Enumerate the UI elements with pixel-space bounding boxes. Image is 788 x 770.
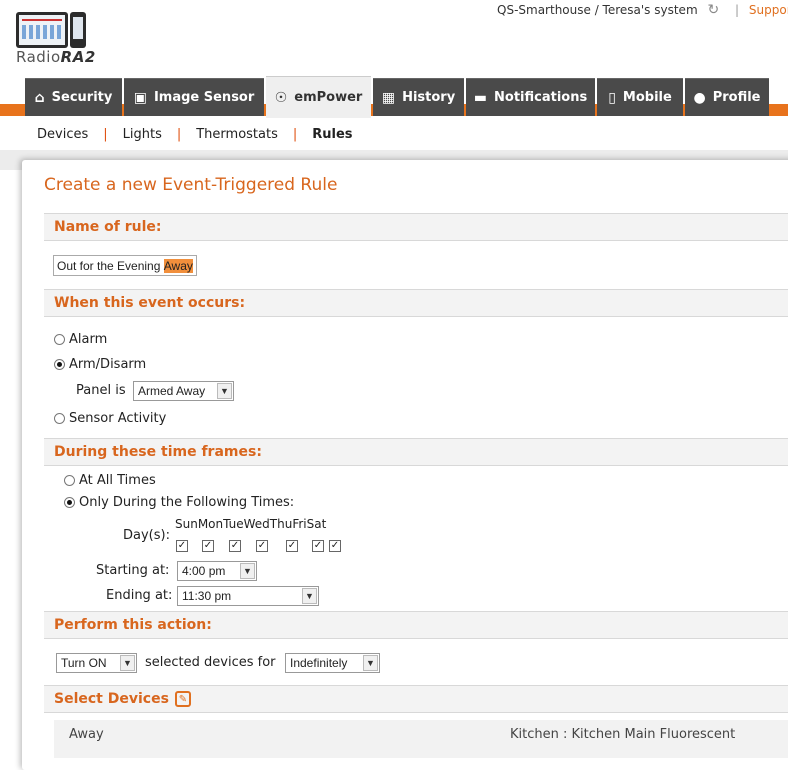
- days-label: Day(s):: [123, 528, 170, 543]
- camera-icon: ▣: [133, 89, 147, 106]
- checkbox-sat[interactable]: ✓: [329, 540, 341, 552]
- action-connector-text: selected devices for: [145, 655, 276, 670]
- support-link[interactable]: Support C: [749, 3, 788, 17]
- edit-icon[interactable]: ✎: [174, 691, 191, 707]
- chevron-down-icon: ▼: [302, 588, 317, 604]
- radio-label: Sensor Activity: [69, 411, 167, 426]
- radio-button[interactable]: [54, 413, 65, 424]
- main-nav: ⌂ Security ▣ Image Sensor ☉ emPower ▦ Histor…: [0, 76, 788, 118]
- subnav-rules[interactable]: Rules: [312, 127, 352, 142]
- radio-label: Arm/Disarm: [69, 357, 147, 372]
- duration-value: Indefinitely: [290, 656, 348, 670]
- chevron-down-icon: ▼: [217, 383, 232, 399]
- checkbox-fri[interactable]: ✓: [312, 540, 324, 552]
- action-value: Turn ON: [61, 656, 107, 670]
- separator: |: [735, 3, 740, 17]
- page-title: Create a new Event-Triggered Rule: [44, 175, 338, 195]
- start-time-value: 4:00 pm: [182, 564, 226, 578]
- subnav-lights[interactable]: Lights: [123, 127, 162, 142]
- rule-name-text: Out for the Evening: [57, 258, 164, 273]
- tab-profile[interactable]: ● Profile: [685, 78, 769, 116]
- sub-nav: Devices | Lights | Thermostats | Rules: [37, 127, 353, 142]
- checkbox-tue[interactable]: ✓: [229, 540, 241, 552]
- refresh-icon[interactable]: ↻: [707, 2, 719, 18]
- account-bar: QS-Smarthouse / Teresa's system ↻ | Supp…: [497, 2, 788, 18]
- tab-notifications[interactable]: ▬ Notifications: [466, 78, 595, 116]
- radio-arm-disarm[interactable]: Arm/Disarm: [54, 357, 146, 372]
- radio-button[interactable]: [54, 359, 65, 370]
- start-time-select[interactable]: 4:00 pm ▼: [177, 561, 257, 581]
- duration-select[interactable]: Indefinitely ▼: [285, 653, 380, 673]
- phone-graphic: [70, 12, 86, 48]
- radio-button[interactable]: [64, 475, 75, 486]
- checkbox-thu[interactable]: ✓: [286, 540, 298, 552]
- devices-row: Away Kitchen : Kitchen Main Fluorescent: [54, 720, 788, 758]
- lightbulb-icon: ☉: [274, 89, 288, 106]
- subnav-devices[interactable]: Devices: [37, 127, 88, 142]
- radiora2-logo: RadioRA2: [16, 12, 95, 66]
- tablet-graphic: [16, 12, 68, 48]
- radio-all-times[interactable]: At All Times: [64, 473, 156, 488]
- separator: |: [103, 127, 108, 142]
- action-select[interactable]: Turn ON ▼: [56, 653, 137, 673]
- user-icon: ●: [693, 89, 706, 106]
- device-scene-name: Away: [69, 727, 104, 742]
- end-time-label: Ending at:: [106, 588, 173, 603]
- tab-image-sensor[interactable]: ▣ Image Sensor: [124, 78, 264, 116]
- checkbox-mon[interactable]: ✓: [202, 540, 214, 552]
- logo-text: RadioRA2: [16, 48, 96, 66]
- section-heading-event: When this event occurs:: [44, 289, 788, 317]
- speech-bubble-icon: ▬: [473, 89, 488, 106]
- separator: |: [176, 127, 182, 142]
- rule-name-input[interactable]: Out for the Evening Away: [53, 255, 197, 276]
- phone-icon: ▯: [608, 89, 616, 106]
- tab-security[interactable]: ⌂ Security: [25, 78, 122, 116]
- section-heading-action: Perform this action:: [44, 611, 788, 639]
- radio-button[interactable]: [64, 497, 75, 508]
- checkbox-wed[interactable]: ✓: [256, 540, 268, 552]
- radio-following-times[interactable]: Only During the Following Times:: [64, 495, 294, 510]
- radio-label: At All Times: [79, 473, 156, 488]
- radio-label: Alarm: [69, 332, 108, 347]
- end-time-select[interactable]: 11:30 pm ▼: [177, 586, 319, 606]
- rule-name-selection: Away: [163, 258, 193, 273]
- radio-alarm[interactable]: Alarm: [54, 332, 107, 347]
- section-heading-name: Name of rule:: [44, 213, 788, 241]
- chevron-down-icon: ▼: [363, 655, 378, 671]
- separator: |: [292, 127, 298, 142]
- start-time-label: Starting at:: [96, 563, 170, 578]
- chevron-down-icon: ▼: [120, 655, 135, 671]
- devices-heading-label: Select Devices: [54, 691, 169, 707]
- radio-sensor-activity[interactable]: Sensor Activity: [54, 411, 166, 426]
- system-label: QS-Smarthouse / Teresa's system: [497, 3, 698, 17]
- radio-label: Only During the Following Times:: [79, 495, 295, 510]
- checkbox-sun[interactable]: ✓: [176, 540, 188, 552]
- panel-state-value: Armed Away: [138, 384, 206, 398]
- panel-label: Panel is: [76, 383, 126, 398]
- panel-state-select[interactable]: Armed Away ▼: [133, 381, 234, 401]
- tab-mobile[interactable]: ▯ Mobile: [597, 78, 683, 116]
- tab-empower[interactable]: ☉ emPower: [266, 76, 371, 118]
- home-icon: ⌂: [34, 89, 45, 106]
- tab-history[interactable]: ▦ History: [373, 78, 464, 116]
- device-name: Kitchen : Kitchen Main Fluorescent: [510, 727, 736, 742]
- days-header: SunMonTueWedThuFriSat: [175, 517, 327, 531]
- section-heading-devices: Select Devices ✎: [44, 685, 788, 713]
- section-heading-time: During these time frames:: [44, 438, 788, 466]
- calendar-icon: ▦: [381, 89, 396, 106]
- radio-button[interactable]: [54, 334, 65, 345]
- chevron-down-icon: ▼: [240, 563, 255, 579]
- end-time-value: 11:30 pm: [182, 589, 232, 603]
- subnav-thermostats[interactable]: Thermostats: [196, 127, 278, 142]
